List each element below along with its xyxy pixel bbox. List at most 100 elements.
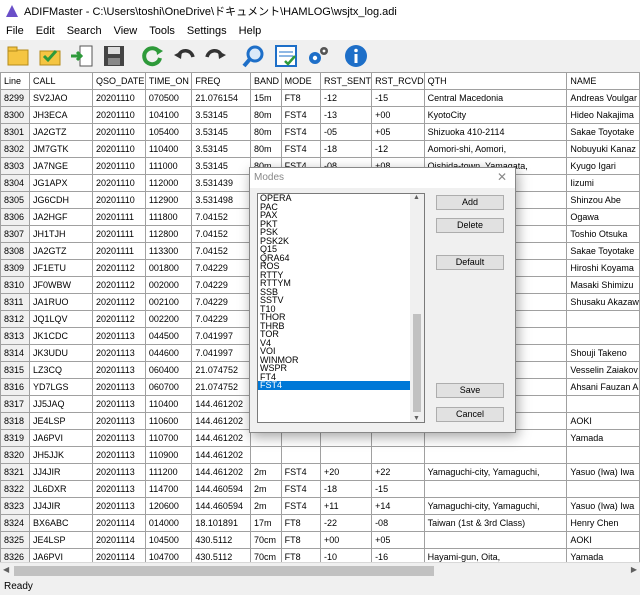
table-cell[interactable]: KyotoCity bbox=[423, 106, 568, 124]
table-cell[interactable]: Yasuo (Iwa) Iwa bbox=[566, 463, 640, 481]
table-cell[interactable]: +20 bbox=[320, 463, 373, 481]
table-cell[interactable]: Sakae Toyotake bbox=[566, 123, 640, 141]
table-cell[interactable]: 20201114 bbox=[92, 514, 146, 532]
info-icon[interactable] bbox=[341, 41, 371, 71]
table-cell[interactable]: 430.5112 bbox=[191, 548, 251, 562]
table-cell[interactable]: 20201113 bbox=[92, 361, 146, 379]
table-cell[interactable] bbox=[250, 446, 282, 464]
table-cell[interactable]: Shinzou Abe bbox=[566, 191, 640, 209]
scroll-right-icon[interactable]: ▶ bbox=[631, 565, 637, 574]
table-cell[interactable]: Yasuo (Iwa) Iwa bbox=[566, 497, 640, 515]
table-cell[interactable]: Hayami-gun, Oita, bbox=[423, 548, 568, 562]
table-cell[interactable]: -12 bbox=[371, 140, 425, 158]
table-cell[interactable]: JJ4JIR bbox=[29, 497, 93, 515]
table-cell[interactable]: 002200 bbox=[144, 310, 193, 328]
table-cell[interactable]: JE4LSP bbox=[29, 531, 93, 549]
table-cell[interactable]: FT8 bbox=[280, 531, 322, 549]
table-cell[interactable]: 110700 bbox=[144, 429, 193, 447]
mode-list-item[interactable]: WSPR bbox=[258, 364, 410, 373]
mode-list-item[interactable]: PAX bbox=[258, 211, 410, 220]
table-cell[interactable]: 110600 bbox=[144, 412, 193, 430]
table-cell[interactable]: 144.461202 bbox=[191, 446, 251, 464]
table-cell[interactable]: +11 bbox=[320, 497, 373, 515]
table-cell[interactable]: FST4 bbox=[280, 463, 322, 481]
table-cell[interactable]: -05 bbox=[320, 123, 373, 141]
table-cell[interactable]: 20201111 bbox=[92, 242, 146, 260]
column-header[interactable]: Line bbox=[0, 72, 31, 90]
menu-file[interactable]: File bbox=[0, 25, 30, 37]
table-cell[interactable]: 17m bbox=[250, 514, 282, 532]
table-cell[interactable]: +05 bbox=[371, 123, 425, 141]
table-cell[interactable]: 8311 bbox=[0, 293, 31, 311]
table-cell[interactable]: 8323 bbox=[0, 497, 31, 515]
table-cell[interactable]: 8312 bbox=[0, 310, 31, 328]
table-cell[interactable]: 80m bbox=[250, 140, 282, 158]
table-cell[interactable]: 80m bbox=[250, 106, 282, 124]
table-cell[interactable]: 80m bbox=[250, 123, 282, 141]
table-cell[interactable]: FST4 bbox=[280, 497, 322, 515]
table-cell[interactable]: 21.076154 bbox=[191, 89, 251, 107]
table-cell[interactable] bbox=[566, 327, 640, 345]
table-cell[interactable]: Iizumi bbox=[566, 174, 640, 192]
scroll-thumb[interactable] bbox=[14, 566, 434, 576]
table-cell[interactable] bbox=[566, 446, 640, 464]
table-cell[interactable]: +14 bbox=[371, 497, 425, 515]
table-cell[interactable]: JH1TJH bbox=[29, 225, 93, 243]
table-cell[interactable]: 7.04152 bbox=[191, 208, 251, 226]
table-cell[interactable] bbox=[280, 446, 322, 464]
table-cell[interactable]: +05 bbox=[371, 531, 425, 549]
table-cell[interactable]: 060700 bbox=[144, 378, 193, 396]
cancel-button[interactable]: Cancel bbox=[436, 407, 504, 422]
scroll-up-icon[interactable]: ▲ bbox=[413, 194, 420, 201]
table-cell[interactable]: 8314 bbox=[0, 344, 31, 362]
table-cell[interactable]: LZ3CQ bbox=[29, 361, 93, 379]
column-header[interactable]: RST_SENT bbox=[320, 72, 373, 90]
table-cell[interactable]: 20201114 bbox=[92, 548, 146, 562]
table-cell[interactable]: 113300 bbox=[144, 242, 193, 260]
table-cell[interactable]: 20201113 bbox=[92, 412, 146, 430]
table-cell[interactable]: 3.53145 bbox=[191, 140, 251, 158]
table-cell[interactable]: -15 bbox=[371, 480, 425, 498]
mode-list-item[interactable]: V4 bbox=[258, 338, 410, 348]
menu-settings[interactable]: Settings bbox=[181, 25, 233, 37]
mode-list-item[interactable]: PSK2K bbox=[258, 236, 410, 246]
table-cell[interactable]: 20201113 bbox=[92, 395, 146, 413]
table-cell[interactable]: 20201110 bbox=[92, 140, 146, 158]
table-cell[interactable]: 7.04152 bbox=[191, 225, 251, 243]
mode-list-item[interactable]: TOR bbox=[258, 330, 410, 339]
table-cell[interactable]: 144.461202 bbox=[191, 412, 251, 430]
table-cell[interactable]: JA1RUO bbox=[29, 293, 93, 311]
table-cell[interactable]: 111200 bbox=[144, 463, 193, 481]
table-cell[interactable]: 8326 bbox=[0, 548, 31, 562]
mode-list-item[interactable]: RTTYM bbox=[258, 279, 410, 288]
table-cell[interactable]: 3.53145 bbox=[191, 157, 251, 175]
table-cell[interactable]: 20201111 bbox=[92, 225, 146, 243]
table-cell[interactable] bbox=[566, 310, 640, 328]
menu-edit[interactable]: Edit bbox=[30, 25, 61, 37]
table-cell[interactable]: 20201113 bbox=[92, 429, 146, 447]
table-cell[interactable]: 20201113 bbox=[92, 463, 146, 481]
table-cell[interactable]: 002000 bbox=[144, 276, 193, 294]
table-cell[interactable]: 8300 bbox=[0, 106, 31, 124]
menu-tools[interactable]: Tools bbox=[143, 25, 181, 37]
table-cell[interactable]: 014000 bbox=[144, 514, 193, 532]
table-cell[interactable]: 20201112 bbox=[92, 259, 146, 277]
undo-icon[interactable] bbox=[169, 41, 199, 71]
table-cell[interactable]: 111800 bbox=[144, 208, 193, 226]
table-cell[interactable]: FST4 bbox=[280, 106, 322, 124]
table-cell[interactable]: JJ4JIR bbox=[29, 463, 93, 481]
table-cell[interactable]: 8307 bbox=[0, 225, 31, 243]
table-cell[interactable]: Shizuoka 410-2114 bbox=[423, 123, 568, 141]
table-cell[interactable]: Henry Chen bbox=[566, 514, 640, 532]
delete-button[interactable]: Delete bbox=[436, 218, 504, 233]
table-cell[interactable]: 20201113 bbox=[92, 480, 146, 498]
table-cell[interactable]: -08 bbox=[371, 514, 425, 532]
mode-list-item[interactable]: PAC bbox=[258, 202, 410, 212]
table-cell[interactable]: JA2HGF bbox=[29, 208, 93, 226]
table-row[interactable]: 8322 JL6DXR 20201113 114700 144.460594 2m FST4… bbox=[0, 480, 640, 498]
table-cell[interactable]: 144.461202 bbox=[191, 395, 251, 413]
table-cell[interactable]: 105400 bbox=[144, 123, 193, 141]
table-cell[interactable]: 8308 bbox=[0, 242, 31, 260]
table-row[interactable]: 8326 JA6PVI 20201114 104700 430.5112 70cm FT8-… bbox=[0, 548, 640, 562]
table-cell[interactable]: JH3ECA bbox=[29, 106, 93, 124]
